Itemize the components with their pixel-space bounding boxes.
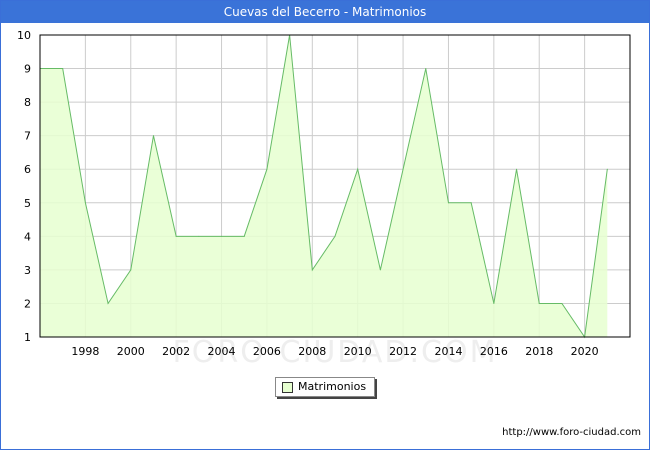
data-point	[243, 235, 245, 237]
data-point	[493, 302, 495, 304]
x-tick-label: 2004	[208, 345, 236, 358]
y-tick-label: 9	[24, 63, 31, 76]
x-tick-label: 2016	[480, 345, 508, 358]
x-tick-label: 2002	[162, 345, 190, 358]
y-tick-label: 1	[24, 331, 31, 344]
data-point	[152, 135, 154, 137]
data-point	[447, 202, 449, 204]
x-tick-label: 2008	[298, 345, 326, 358]
data-point	[84, 202, 86, 204]
data-point	[470, 202, 472, 204]
data-point	[606, 168, 608, 170]
legend: Matrimonios	[275, 377, 375, 397]
x-tick-label: 2010	[344, 345, 372, 358]
data-point	[266, 168, 268, 170]
data-point	[334, 235, 336, 237]
data-point	[107, 302, 109, 304]
y-tick-label: 4	[24, 230, 31, 243]
data-point	[175, 235, 177, 237]
data-point	[402, 168, 404, 170]
y-tick-label: 7	[24, 130, 31, 143]
data-point	[311, 269, 313, 271]
data-point	[379, 269, 381, 271]
data-point	[561, 302, 563, 304]
legend-swatch	[282, 382, 293, 393]
source-url: http://www.foro-ciudad.com	[502, 427, 641, 438]
data-point	[425, 68, 427, 70]
data-point	[357, 168, 359, 170]
data-point	[538, 302, 540, 304]
data-point	[516, 168, 518, 170]
x-tick-label: 2014	[434, 345, 462, 358]
data-point	[130, 269, 132, 271]
y-tick-label: 5	[24, 197, 31, 210]
y-tick-label: 8	[24, 96, 31, 109]
x-tick-label: 2000	[117, 345, 145, 358]
x-tick-label: 2006	[253, 345, 281, 358]
x-tick-label: 2020	[571, 345, 599, 358]
y-tick-label: 10	[17, 29, 31, 42]
y-tick-label: 2	[24, 297, 31, 310]
x-tick-label: 2018	[525, 345, 553, 358]
x-tick-label: 1998	[71, 345, 99, 358]
y-tick-label: 3	[24, 264, 31, 277]
data-point	[198, 235, 200, 237]
data-point	[221, 235, 223, 237]
y-tick-label: 6	[24, 163, 31, 176]
x-tick-label: 2012	[389, 345, 417, 358]
data-point	[62, 68, 64, 70]
legend-label: Matrimonios	[298, 380, 367, 393]
